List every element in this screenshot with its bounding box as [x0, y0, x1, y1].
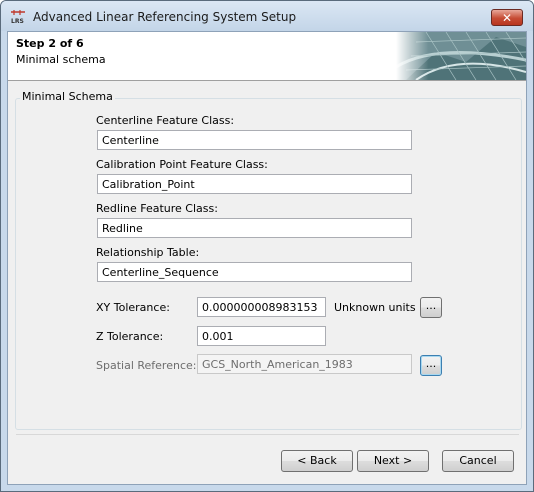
spatial-reference-field: GCS_North_American_1983: [197, 354, 412, 374]
xy-tolerance-field[interactable]: 0.000000008983153: [197, 297, 326, 317]
cancel-button[interactable]: Cancel: [442, 450, 514, 472]
calibration-field[interactable]: Calibration_Point: [97, 174, 412, 194]
setup-dialog: LRS Advanced Linear Referencing System S…: [0, 0, 534, 492]
step-indicator: Step 2 of 6: [16, 37, 84, 50]
title-bar[interactable]: LRS Advanced Linear Referencing System S…: [1, 1, 533, 31]
window-title: Advanced Linear Referencing System Setup: [33, 10, 297, 24]
group-title: Minimal Schema: [20, 90, 115, 103]
close-icon: ✕: [501, 11, 513, 25]
svg-text:LRS: LRS: [11, 18, 24, 25]
centerline-label: Centerline Feature Class:: [96, 114, 235, 127]
relationship-label: Relationship Table:: [96, 246, 200, 259]
wizard-header: Step 2 of 6 Minimal schema: [8, 32, 526, 81]
back-button[interactable]: < Back: [281, 450, 353, 472]
next-button[interactable]: Next >: [357, 450, 429, 472]
calibration-label: Calibration Point Feature Class:: [96, 158, 268, 171]
z-tolerance-label: Z Tolerance:: [96, 330, 164, 343]
relationship-field[interactable]: Centerline_Sequence: [97, 262, 412, 282]
close-button[interactable]: ✕: [491, 9, 523, 26]
header-banner-image: [396, 32, 526, 80]
xy-units-browse-button[interactable]: ...: [420, 297, 442, 318]
centerline-field[interactable]: Centerline: [97, 130, 412, 150]
dialog-body: Step 2 of 6 Minimal schema Minimal Schem…: [7, 31, 527, 485]
redline-field[interactable]: Redline: [97, 218, 412, 238]
units-label: Unknown units: [334, 301, 416, 314]
footer-separator: [16, 434, 519, 435]
spatial-reference-browse-button[interactable]: ...: [420, 355, 442, 376]
lrs-icon: LRS: [11, 10, 25, 25]
redline-label: Redline Feature Class:: [96, 202, 218, 215]
z-tolerance-field[interactable]: 0.001: [197, 326, 326, 346]
xy-tolerance-label: XY Tolerance:: [96, 301, 170, 314]
step-subtitle: Minimal schema: [16, 53, 106, 66]
spatial-reference-label: Spatial Reference:: [96, 359, 197, 372]
